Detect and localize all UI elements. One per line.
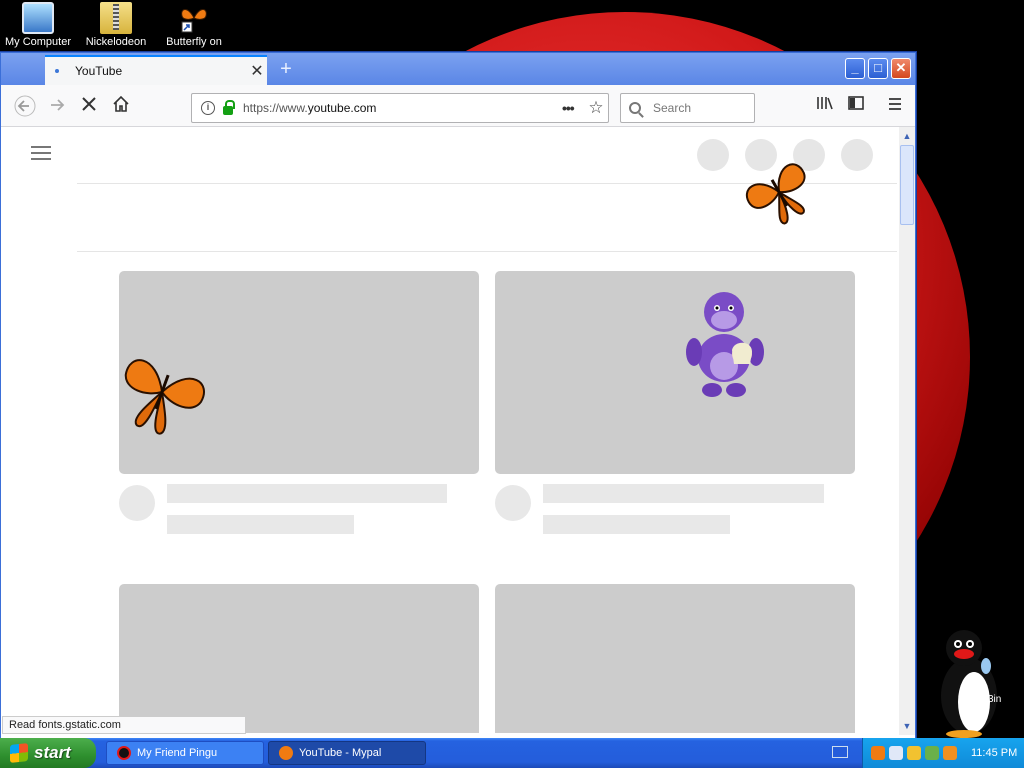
- sidebar-toggle-button[interactable]: [844, 95, 868, 119]
- library-icon: [817, 97, 833, 110]
- scroll-down-arrow-icon[interactable]: ▼: [900, 719, 914, 733]
- search-placeholder: Search: [653, 101, 692, 115]
- meta-line-placeholder: [167, 515, 354, 534]
- sidebar-icon: [848, 96, 864, 110]
- tab-youtube[interactable]: YouTube ✕: [45, 55, 267, 85]
- lock-icon[interactable]: [223, 99, 235, 115]
- windows-flag-icon: [10, 743, 28, 763]
- loading-dot-icon: [55, 69, 59, 73]
- title-line-placeholder: [543, 484, 824, 503]
- stop-loading-button[interactable]: [77, 95, 101, 119]
- zip-folder-icon: [100, 2, 132, 34]
- address-bar[interactable]: i https://www.youtube.com ••• ☆: [191, 93, 609, 123]
- maximize-button[interactable]: □: [868, 58, 888, 79]
- guide-menu-icon[interactable]: [31, 146, 51, 160]
- shield-tray-icon[interactable]: [907, 746, 921, 760]
- page-actions-menu-icon[interactable]: •••: [562, 100, 584, 116]
- video-thumbnail-placeholder[interactable]: [495, 584, 855, 733]
- navigation-toolbar: i https://www.youtube.com ••• ☆ Search: [1, 85, 915, 127]
- taskbar-item-youtube-mypal[interactable]: YouTube - Mypal: [268, 741, 426, 765]
- forward-arrow-icon: [51, 99, 65, 111]
- desktop-icon-label: Nickelodeon: [85, 36, 147, 48]
- desktop-icon-nickelodeon[interactable]: Nickelodeon: [76, 2, 156, 48]
- security-tray-icon[interactable]: [925, 746, 939, 760]
- pingu-mascot[interactable]: [934, 626, 1004, 738]
- system-tray: 11:45 PM: [862, 738, 1024, 768]
- butterfly-sprite[interactable]: [738, 156, 820, 228]
- back-arrow-icon: [14, 95, 36, 117]
- search-tray-icon[interactable]: [943, 746, 957, 760]
- forward-button[interactable]: [45, 95, 69, 119]
- vertical-scrollbar[interactable]: ▲ ▼: [899, 127, 915, 735]
- chips-divider: [77, 251, 897, 252]
- keyboard-language-icon[interactable]: [832, 746, 848, 758]
- butterfly-sprite[interactable]: [114, 344, 210, 440]
- butterfly-tray-icon[interactable]: [871, 746, 885, 760]
- url-domain: youtube.com: [307, 101, 377, 115]
- butterfly-icon: [279, 746, 293, 760]
- search-icon: [629, 102, 641, 114]
- hamburger-menu-icon: [889, 98, 901, 110]
- tab-title: YouTube: [75, 64, 123, 78]
- url-text[interactable]: https://www.youtube.com: [243, 101, 562, 115]
- title-bar[interactable]: YouTube ✕ + _ □ ✕: [1, 53, 915, 85]
- bookmark-star-icon[interactable]: ☆: [584, 98, 608, 118]
- desktop-icon-label: My Computer: [4, 36, 72, 48]
- search-input[interactable]: Search: [620, 93, 755, 123]
- desktop-icon-butterfly[interactable]: Butterfly on: [154, 2, 234, 48]
- butterfly-shortcut-icon: [178, 2, 210, 34]
- header-placeholder-circle: [841, 139, 873, 171]
- status-bar: Read fonts.gstatic.com: [2, 716, 246, 734]
- title-line-placeholder: [167, 484, 447, 503]
- channel-avatar-placeholder: [119, 485, 155, 521]
- taskbar-item-label: My Friend Pingu: [137, 747, 218, 759]
- header-placeholder-circle: [697, 139, 729, 171]
- video-thumbnail-placeholder[interactable]: [495, 271, 855, 474]
- taskbar-item-my-friend-pingu[interactable]: My Friend Pingu: [106, 741, 264, 765]
- tab-close-icon[interactable]: ✕: [247, 61, 267, 81]
- meta-line-placeholder: [543, 515, 730, 534]
- desktop-icon-my-computer[interactable]: My Computer: [0, 2, 78, 48]
- open-menu-button[interactable]: [883, 95, 907, 119]
- network-tray-icon[interactable]: [889, 746, 903, 760]
- back-button[interactable]: [13, 95, 37, 119]
- new-tab-button[interactable]: +: [275, 58, 297, 80]
- scrollbar-thumb[interactable]: [900, 145, 914, 225]
- home-button[interactable]: [109, 95, 133, 119]
- library-button[interactable]: [813, 95, 837, 119]
- desktop-icon-label: Butterfly on: [166, 36, 222, 48]
- minimize-button[interactable]: _: [845, 58, 865, 79]
- taskbar: start My Friend Pingu YouTube - Mypal 11…: [0, 738, 1024, 768]
- pingu-label: 3in: [988, 694, 1002, 705]
- scroll-up-arrow-icon[interactable]: ▲: [900, 129, 914, 143]
- clock[interactable]: 11:45 PM: [971, 747, 1017, 759]
- url-prefix: https://www.: [243, 101, 308, 115]
- site-info-icon[interactable]: i: [201, 101, 215, 115]
- computer-icon: [22, 2, 54, 34]
- taskbar-item-label: YouTube - Mypal: [299, 747, 382, 759]
- purple-gorilla-assistant[interactable]: [682, 286, 766, 400]
- home-icon: [113, 95, 129, 112]
- video-thumbnail-placeholder[interactable]: [119, 584, 479, 733]
- stop-x-icon: [82, 97, 96, 111]
- start-label: start: [34, 743, 71, 762]
- start-button[interactable]: start: [0, 738, 96, 768]
- pingu-icon: [117, 746, 131, 760]
- channel-avatar-placeholder: [495, 485, 531, 521]
- close-window-button[interactable]: ✕: [891, 58, 911, 79]
